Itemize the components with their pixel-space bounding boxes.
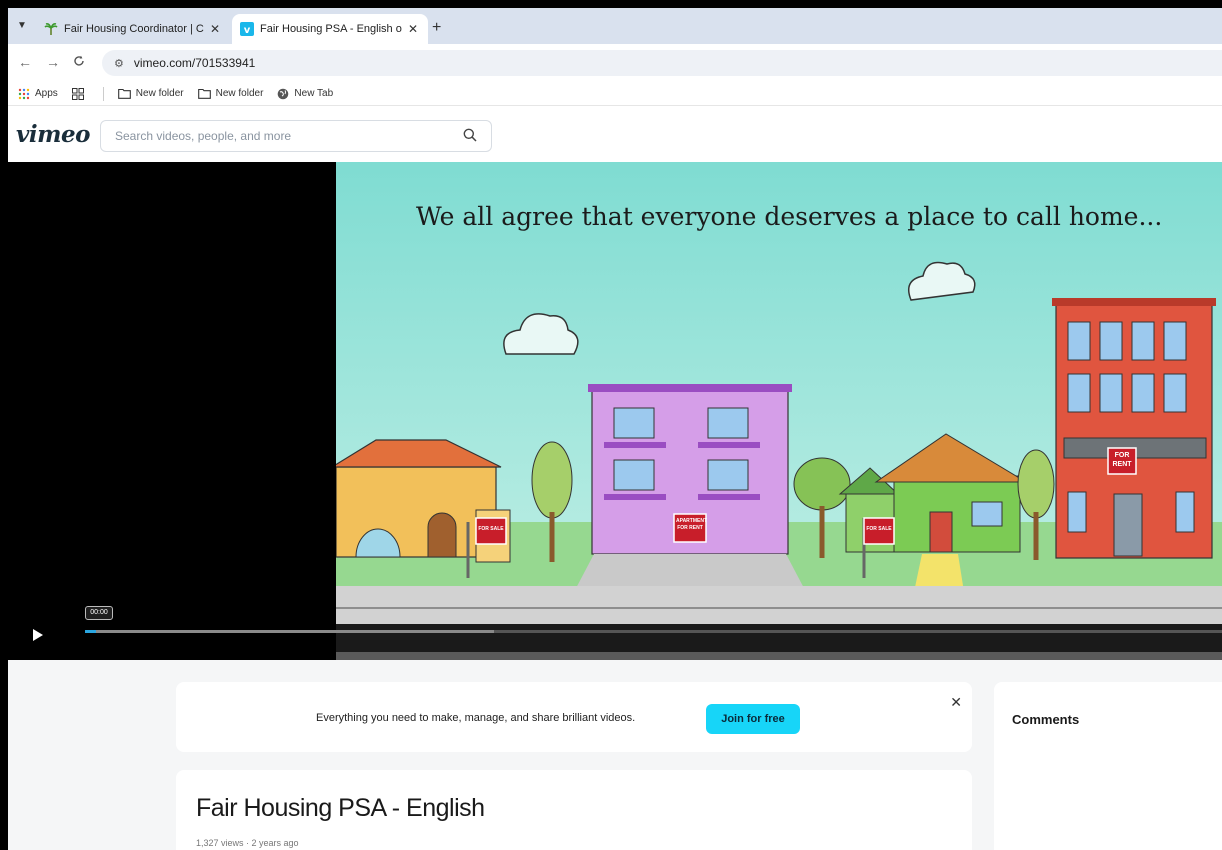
address-bar[interactable]: ⚙ vimeo.com/701533941 bbox=[102, 50, 1222, 76]
bookmark-label: New Tab bbox=[294, 88, 334, 99]
promo-text: Everything you need to make, manage, and… bbox=[316, 712, 636, 724]
site-info-icon[interactable]: ⚙ bbox=[114, 57, 124, 70]
close-icon[interactable]: ✕ bbox=[406, 22, 420, 36]
back-arrow-icon[interactable]: ← bbox=[16, 54, 34, 70]
join-for-free-button[interactable]: Join for free bbox=[706, 704, 800, 734]
globe-icon bbox=[277, 88, 289, 100]
browser-window: ▼ Fair Housing Coordinator | City ✕ v Fa… bbox=[8, 8, 1222, 850]
tab-strip: ▼ Fair Housing Coordinator | City ✕ v Fa… bbox=[8, 8, 1222, 44]
url-text: vimeo.com/701533941 bbox=[133, 56, 256, 70]
comments-title: Comments bbox=[1012, 712, 1080, 727]
close-icon[interactable]: ✕ bbox=[208, 22, 222, 36]
search-placeholder: Search videos, people, and more bbox=[115, 129, 292, 143]
tab-title: Fair Housing PSA - English on V bbox=[260, 23, 402, 35]
video-caption: We all agree that everyone deserves a pl… bbox=[416, 202, 1163, 231]
bookmark-apps[interactable]: Apps bbox=[18, 88, 58, 100]
comments-panel: Comments bbox=[994, 682, 1222, 850]
bookmark-label: New folder bbox=[215, 88, 264, 99]
tab-title: Fair Housing Coordinator | City bbox=[64, 23, 204, 35]
bookmarks-bar: Apps New folder New folder New Tab bbox=[8, 82, 1222, 106]
progress-loaded bbox=[85, 630, 495, 633]
folder-icon bbox=[117, 88, 131, 99]
bookmark-new-folder-1[interactable]: New folder bbox=[117, 88, 184, 99]
bookmark-label: New folder bbox=[135, 88, 184, 99]
palm-tree-icon bbox=[44, 22, 58, 36]
video-meta: 1,327 views · 2 years ago bbox=[196, 838, 299, 848]
progress-fill bbox=[85, 630, 97, 633]
search-icon[interactable] bbox=[463, 128, 477, 145]
vimeo-icon: v bbox=[240, 22, 254, 36]
sign-for-sale: FOR SALE bbox=[478, 526, 504, 532]
forward-arrow-icon[interactable]: → bbox=[44, 54, 62, 70]
video-frame-illustration bbox=[329, 162, 1222, 660]
apps-grid-icon bbox=[18, 88, 30, 100]
close-icon[interactable]: ✕ bbox=[950, 694, 962, 711]
bookmark-new-tab[interactable]: New Tab bbox=[277, 88, 333, 100]
search-input[interactable]: Search videos, people, and more bbox=[100, 120, 492, 152]
sign-for-sale: FOR SALE bbox=[866, 526, 892, 532]
video-player[interactable]: We all agree that everyone deserves a pl… bbox=[8, 162, 1222, 660]
site-header: vimeo Search videos, people, and more bbox=[8, 106, 1222, 162]
bookmark-separator bbox=[102, 86, 104, 101]
vimeo-logo[interactable]: vimeo bbox=[16, 121, 90, 148]
video-frame: We all agree that everyone deserves a pl… bbox=[329, 162, 1222, 660]
folder-icon bbox=[197, 88, 211, 99]
sign-for-rent: FOR RENT bbox=[1112, 452, 1132, 468]
promo-banner: Everything you need to make, manage, and… bbox=[176, 682, 972, 752]
tab-fair-housing-coordinator[interactable]: Fair Housing Coordinator | City ✕ bbox=[36, 14, 230, 44]
video-info-card: Fair Housing PSA - English 1,327 views ·… bbox=[176, 770, 972, 850]
bookmark-new-folder-2[interactable]: New folder bbox=[197, 88, 264, 99]
current-time: 00:00 bbox=[85, 606, 113, 620]
chevron-down-icon[interactable]: ▼ bbox=[14, 18, 30, 34]
sign-apartment-for-rent: APARTMENT FOR RENT bbox=[676, 518, 708, 531]
svg-text:v: v bbox=[244, 25, 251, 36]
play-icon[interactable] bbox=[32, 628, 44, 647]
tab-fair-housing-psa[interactable]: v Fair Housing PSA - English on V ✕ bbox=[232, 14, 428, 44]
bookmark-tab-groups[interactable] bbox=[71, 87, 89, 100]
video-title: Fair Housing PSA - English bbox=[196, 794, 485, 822]
bookmark-label: Apps bbox=[35, 88, 58, 99]
new-tab-button[interactable]: + bbox=[432, 20, 441, 36]
tab-groups-icon bbox=[71, 87, 84, 100]
browser-toolbar: ← → ⚙ vimeo.com/701533941 bbox=[8, 44, 1222, 82]
reload-icon[interactable] bbox=[70, 54, 88, 70]
